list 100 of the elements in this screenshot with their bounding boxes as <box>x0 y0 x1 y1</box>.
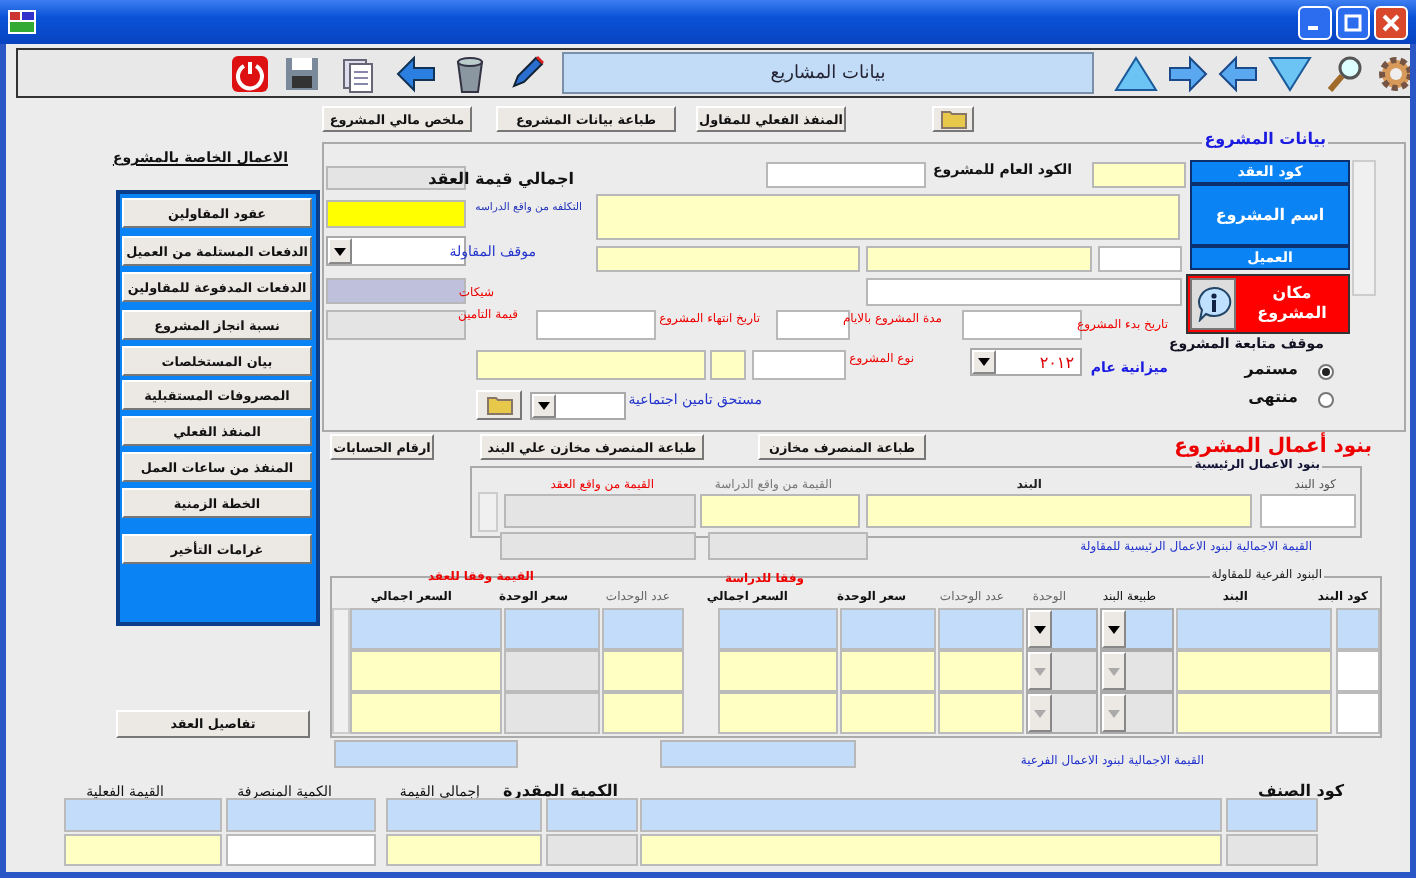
caret-icon <box>1108 709 1120 717</box>
section-title: بنود أعمال المشروع <box>1172 436 1374 458</box>
list-header[interactable]: اسم المشروع <box>1190 184 1350 246</box>
folder-icon <box>939 108 967 130</box>
input-field[interactable] <box>1092 162 1186 188</box>
scroll-bar[interactable] <box>478 492 498 532</box>
combo-box[interactable] <box>1026 692 1098 734</box>
input-field[interactable] <box>504 494 696 528</box>
caret-icon <box>978 358 990 366</box>
caret-icon <box>538 402 550 410</box>
combo-box[interactable] <box>1026 608 1098 650</box>
input-field[interactable] <box>1336 650 1380 692</box>
input-field[interactable] <box>64 798 222 832</box>
column-header: كود الصنف <box>1256 784 1346 802</box>
caret-icon <box>334 247 346 255</box>
radio-button[interactable] <box>1318 364 1334 380</box>
input-field[interactable] <box>718 692 838 734</box>
combo-box[interactable] <box>1100 692 1174 734</box>
caret-icon <box>1034 625 1046 633</box>
input-field[interactable] <box>708 532 868 560</box>
input-field[interactable] <box>326 200 466 228</box>
input-field[interactable] <box>1226 834 1318 866</box>
combo-box[interactable] <box>1100 650 1174 692</box>
combo-box[interactable] <box>530 392 626 420</box>
input-field[interactable] <box>504 650 600 692</box>
input-field[interactable] <box>350 608 502 650</box>
folder-button[interactable] <box>476 390 522 420</box>
input-field[interactable] <box>660 740 856 768</box>
arrow-right-icon[interactable] <box>1166 52 1210 94</box>
input-field[interactable] <box>840 692 936 734</box>
input-field[interactable] <box>602 608 684 650</box>
caret-icon <box>1108 625 1120 633</box>
caret-icon <box>1034 667 1046 675</box>
input-field[interactable] <box>1176 692 1332 734</box>
input-field[interactable] <box>866 494 1252 528</box>
input-field[interactable] <box>476 350 706 380</box>
input-field[interactable] <box>596 194 1180 240</box>
radio-button[interactable] <box>1318 392 1334 408</box>
power-icon[interactable] <box>228 52 272 94</box>
input-field[interactable] <box>938 608 1024 650</box>
input-field[interactable] <box>500 532 696 560</box>
gear-icon[interactable] <box>1374 52 1410 94</box>
input-field[interactable] <box>1336 692 1380 734</box>
maximize-button[interactable] <box>1336 5 1370 39</box>
input-field[interactable] <box>602 650 684 692</box>
input-field[interactable] <box>752 350 846 380</box>
input-field[interactable] <box>386 834 542 866</box>
input-field[interactable] <box>546 834 638 866</box>
input-field[interactable] <box>1226 798 1318 832</box>
minimize-button[interactable] <box>1298 5 1332 39</box>
triangle-up-icon[interactable] <box>1114 52 1158 94</box>
input-field[interactable] <box>938 650 1024 692</box>
combo-box[interactable] <box>1026 650 1098 692</box>
input-field[interactable] <box>1260 494 1356 528</box>
input-field[interactable] <box>640 834 1222 866</box>
input-field[interactable] <box>718 650 838 692</box>
column-header: الكمية المقدرة <box>501 784 620 802</box>
input-field[interactable] <box>596 246 860 272</box>
arrow-left-icon[interactable] <box>1216 52 1260 94</box>
caret-icon <box>1034 709 1046 717</box>
input-field[interactable] <box>1176 650 1332 692</box>
input-field[interactable] <box>602 692 684 734</box>
input-field[interactable] <box>64 834 222 866</box>
input-field[interactable] <box>226 834 376 866</box>
input-field[interactable] <box>938 692 1024 734</box>
scroll-bar[interactable] <box>332 608 350 734</box>
input-field[interactable] <box>700 494 860 528</box>
input-field[interactable] <box>640 798 1222 832</box>
close-button[interactable] <box>1374 5 1408 39</box>
budget-year-combo[interactable]: ٢٠١٢ <box>970 348 1082 376</box>
save-icon[interactable] <box>280 52 324 94</box>
input-field[interactable] <box>504 692 600 734</box>
input-field[interactable] <box>710 350 746 380</box>
folder-button[interactable] <box>932 106 974 132</box>
scroll-bar[interactable] <box>1352 160 1376 296</box>
input-field[interactable] <box>226 798 376 832</box>
input-field[interactable] <box>866 246 1092 272</box>
input-field[interactable] <box>718 608 838 650</box>
input-field[interactable] <box>866 278 1182 306</box>
input-field[interactable] <box>1098 246 1182 272</box>
input-field[interactable] <box>546 798 638 832</box>
input-field[interactable] <box>386 798 542 832</box>
input-field[interactable] <box>840 608 936 650</box>
input-field[interactable] <box>1176 608 1332 650</box>
input-field[interactable] <box>766 162 926 188</box>
radio-label: مستمر <box>1242 362 1300 380</box>
input-field[interactable] <box>840 650 936 692</box>
combo-box[interactable] <box>1100 608 1174 650</box>
input-field[interactable] <box>350 650 502 692</box>
input-field[interactable] <box>504 608 600 650</box>
input-field[interactable] <box>350 692 502 734</box>
triangle-down-icon[interactable] <box>1268 52 1312 94</box>
info-button[interactable] <box>1190 278 1236 330</box>
app-icon <box>8 10 36 34</box>
arrow-icon[interactable] <box>394 52 438 94</box>
input-field[interactable] <box>1336 608 1380 650</box>
input-field[interactable] <box>334 740 518 768</box>
caret-icon <box>1108 667 1120 675</box>
input-field[interactable] <box>536 310 656 340</box>
input-field[interactable] <box>326 166 466 190</box>
